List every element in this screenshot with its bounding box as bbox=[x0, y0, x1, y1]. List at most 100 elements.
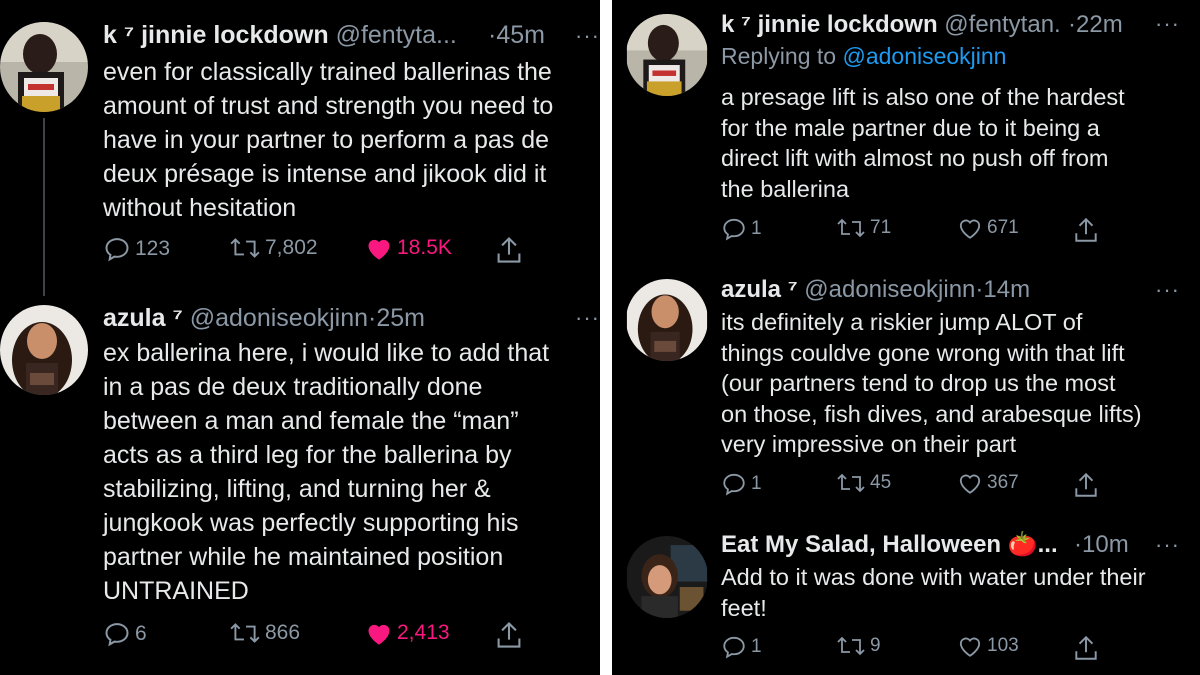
retweet-button[interactable]: 45 bbox=[836, 471, 891, 495]
tweet-header: k ⁷ jinnie lockdown @fentytan... bbox=[721, 10, 1061, 40]
retweet-count: 45 bbox=[870, 472, 892, 493]
retweet-arrows-icon bbox=[230, 238, 260, 258]
more-dots-icon[interactable]: ··· bbox=[1155, 279, 1180, 301]
text-line: in a pas de deux traditionally done bbox=[103, 373, 483, 401]
like-button[interactable]: 671 bbox=[957, 216, 1019, 240]
handle[interactable]: @fentyta... bbox=[336, 21, 457, 49]
replying-to-label: Replying to bbox=[721, 43, 837, 69]
reply-button[interactable]: 1 bbox=[721, 216, 762, 242]
tweet-time: ·22m bbox=[1068, 10, 1123, 40]
more-dots-icon[interactable]: ··· bbox=[1155, 13, 1180, 35]
display-name[interactable]: k ⁷ jinnie lockdown bbox=[103, 21, 329, 49]
text-line: ex ballerina here, i would like to add t… bbox=[103, 339, 550, 367]
text-line: a presage lift is also one of the hardes… bbox=[721, 84, 1125, 110]
text-line: things couldve gone wrong with that lift bbox=[721, 339, 1125, 366]
more-dots-icon[interactable]: ··· bbox=[575, 307, 600, 329]
reply-button[interactable]: 6 bbox=[103, 620, 147, 648]
retweet-count: 866 bbox=[265, 621, 301, 644]
text-line: even for classically trained ballerinas … bbox=[103, 58, 552, 86]
share-upload-icon bbox=[1075, 635, 1097, 660]
tweet-header: azula ⁷ @adoniseokjinn·25m bbox=[103, 303, 573, 333]
avatar[interactable] bbox=[626, 536, 708, 618]
tweet-header: Eat My Salad, Halloween 🍅... bbox=[721, 530, 1061, 560]
reply-count: 1 bbox=[751, 473, 762, 494]
avatar[interactable] bbox=[0, 22, 88, 112]
handle[interactable]: @adoniseokjinn bbox=[190, 304, 368, 332]
tweet-time: ·45m bbox=[488, 20, 545, 50]
tweet-text: even for classically trained ballerinas … bbox=[103, 55, 553, 225]
like-button[interactable]: 18.5K bbox=[365, 235, 452, 261]
display-name[interactable]: Eat My Salad, Halloween 🍅... bbox=[721, 531, 1058, 558]
text-line: amount of trust and strength you need to bbox=[103, 92, 554, 120]
share-upload-icon bbox=[1075, 472, 1097, 497]
heart-icon bbox=[368, 624, 390, 645]
display-name[interactable]: k ⁷ jinnie lockdown bbox=[721, 11, 938, 38]
timestamp[interactable]: 14m bbox=[983, 276, 1030, 303]
reply-button[interactable]: 1 bbox=[721, 634, 762, 660]
text-line: between a man and female the “man” bbox=[103, 407, 519, 435]
share-upload-icon bbox=[497, 621, 521, 648]
reply-button[interactable]: 123 bbox=[103, 235, 170, 263]
action-bar: 1 45 367 bbox=[721, 471, 1121, 501]
text-line: stabilizing, lifting, and turning her & bbox=[103, 475, 491, 503]
retweet-count: 71 bbox=[870, 217, 892, 238]
reply-mention-link[interactable]: @adoniseokjinn bbox=[842, 43, 1006, 69]
tweet-text: a presage lift is also one of the hardes… bbox=[721, 82, 1125, 204]
like-count: 2,413 bbox=[397, 621, 450, 644]
text-line: on those, fish dives, and arabesque lift… bbox=[721, 400, 1142, 427]
text-line: the ballerina bbox=[721, 175, 850, 202]
speech-bubble-icon bbox=[723, 473, 745, 496]
share-button[interactable] bbox=[1073, 634, 1099, 662]
retweet-count: 9 bbox=[870, 635, 881, 656]
speech-bubble-icon bbox=[105, 238, 129, 262]
avatar[interactable] bbox=[626, 14, 708, 96]
share-upload-icon bbox=[1075, 217, 1097, 242]
avatar[interactable] bbox=[0, 305, 88, 395]
text-line: deux présage is intense and jikook did i… bbox=[103, 160, 547, 188]
separator-dot: · bbox=[1068, 11, 1076, 38]
timestamp[interactable]: 25m bbox=[376, 304, 425, 332]
retweet-count: 7,802 bbox=[265, 236, 318, 259]
share-button[interactable] bbox=[1073, 216, 1099, 244]
panel-divider bbox=[600, 0, 612, 675]
retweet-arrows-icon bbox=[837, 473, 865, 493]
handle[interactable]: @fentytan... bbox=[944, 11, 1061, 38]
like-button[interactable]: 367 bbox=[957, 471, 1019, 495]
text-line: partner while he maintained position bbox=[103, 543, 504, 571]
like-button[interactable]: 2,413 bbox=[365, 620, 450, 646]
heart-icon bbox=[959, 219, 981, 239]
handle[interactable]: @adoniseokjinn bbox=[804, 276, 975, 303]
text-line: direct lift with almost no push off from bbox=[721, 145, 1109, 171]
speech-bubble-icon bbox=[723, 636, 745, 659]
retweet-button[interactable]: 866 bbox=[229, 620, 300, 646]
timestamp[interactable]: 22m bbox=[1076, 11, 1123, 38]
share-button[interactable] bbox=[495, 235, 523, 265]
retweet-button[interactable]: 71 bbox=[836, 216, 891, 240]
tweet-time: ·10m bbox=[1074, 530, 1129, 560]
left-screenshot: k ⁷ jinnie lockdown @fentyta... ·45m ···… bbox=[0, 0, 600, 675]
more-dots-icon[interactable]: ··· bbox=[575, 25, 600, 47]
text-line: (our partners tend to drop us the most bbox=[721, 370, 1116, 396]
reply-button[interactable]: 1 bbox=[721, 471, 762, 497]
display-name[interactable]: azula ⁷ bbox=[103, 304, 183, 332]
share-button[interactable] bbox=[1073, 471, 1099, 499]
retweet-button[interactable]: 9 bbox=[836, 634, 881, 658]
tweet-header: k ⁷ jinnie lockdown @fentyta... bbox=[103, 20, 483, 50]
share-button[interactable] bbox=[495, 620, 523, 650]
text-line: Add to it was done with water under thei… bbox=[721, 564, 1146, 590]
timestamp[interactable]: 45m bbox=[496, 21, 545, 49]
tweet-text: ex ballerina here, i would like to add t… bbox=[103, 336, 549, 608]
avatar[interactable] bbox=[626, 279, 708, 361]
tweet-header: azula ⁷ @adoniseokjinn·14m bbox=[721, 275, 1151, 305]
more-dots-icon[interactable]: ··· bbox=[1155, 534, 1180, 556]
thread-line bbox=[43, 118, 45, 296]
reply-count: 1 bbox=[751, 218, 762, 239]
timestamp[interactable]: 10m bbox=[1082, 531, 1129, 558]
retweet-button[interactable]: 7,802 bbox=[229, 235, 318, 261]
text-line: have in your partner to perform a pas de bbox=[103, 126, 550, 154]
like-button[interactable]: 103 bbox=[957, 634, 1019, 658]
heart-icon bbox=[959, 474, 981, 494]
replying-to: Replying to @adoniseokjinn bbox=[721, 42, 1006, 70]
display-name[interactable]: azula ⁷ bbox=[721, 276, 798, 303]
right-screenshot: k ⁷ jinnie lockdown @fentytan... ·22m ··… bbox=[612, 0, 1200, 675]
